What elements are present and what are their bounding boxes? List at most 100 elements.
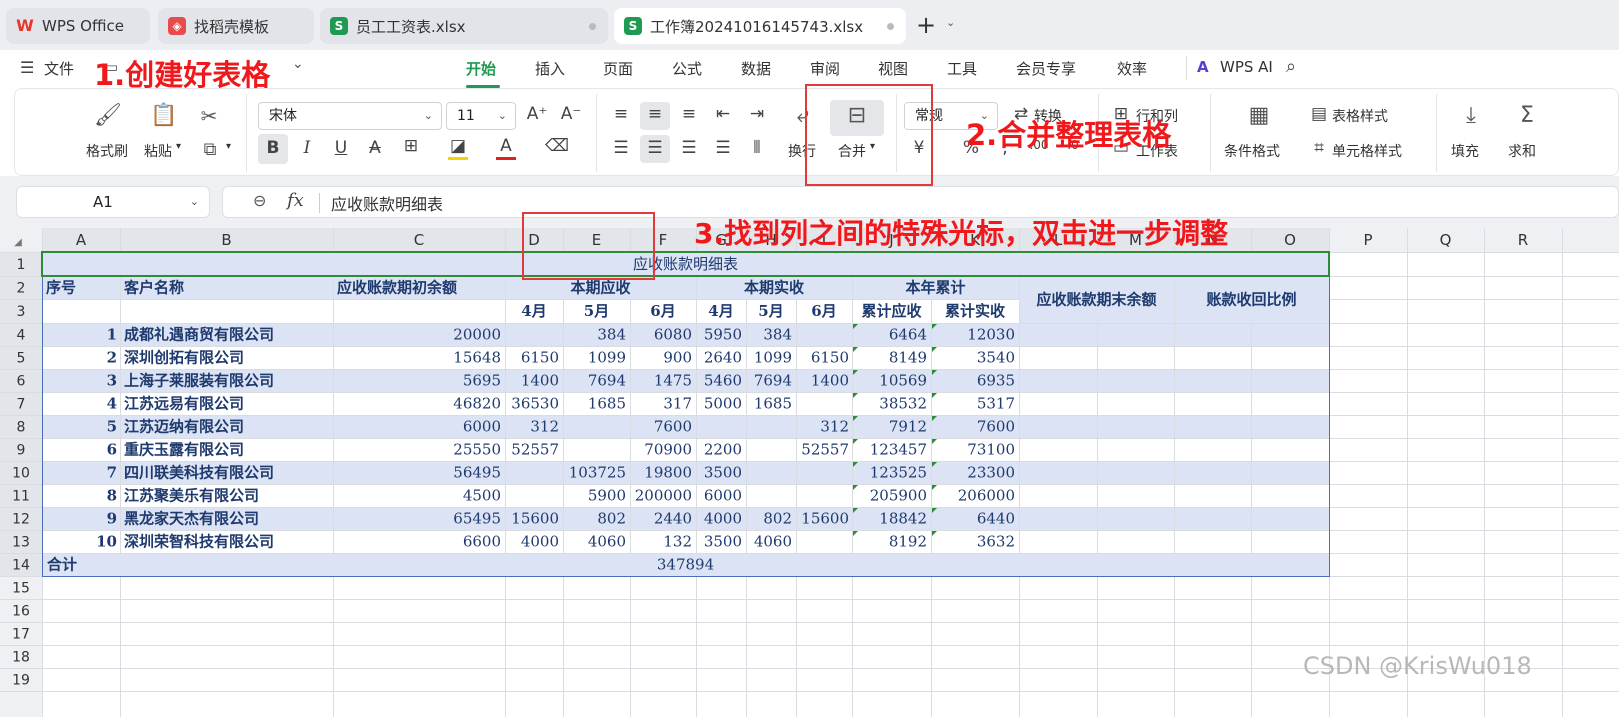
row-header-13[interactable]: 13 <box>12 535 30 551</box>
column-header-P[interactable]: P <box>1363 231 1372 249</box>
font-color-icon[interactable]: A <box>496 136 516 160</box>
function-icon[interactable]: fx <box>287 190 304 211</box>
cell-value: 317 <box>663 395 692 413</box>
underline-icon[interactable]: U <box>328 138 354 158</box>
menu-wps-ai[interactable]: WPS AI <box>1220 58 1273 76</box>
cell-value: 1099 <box>588 349 626 367</box>
border-icon[interactable]: ⊞ <box>398 136 424 156</box>
column-header-B[interactable]: B <box>221 231 231 249</box>
column-header-R[interactable]: R <box>1518 231 1528 249</box>
italic-icon[interactable]: I <box>294 138 320 158</box>
cell-value: 1685 <box>754 395 792 413</box>
menu-member[interactable]: 会员专享 <box>1016 58 1076 79</box>
column-header-Q[interactable]: Q <box>1440 231 1452 249</box>
cell-value: 15600 <box>511 510 559 528</box>
table-style-button[interactable]: 表格样式 <box>1332 106 1388 126</box>
row-header-8[interactable]: 8 <box>17 420 26 436</box>
hamburger-icon[interactable]: ☰ <box>20 58 34 77</box>
fill-color-icon[interactable]: ◪ <box>448 136 468 160</box>
menu-data[interactable]: 数据 <box>741 58 771 79</box>
tab-active-workbook[interactable]: S 工作簿20241016145743.xlsx <box>614 8 906 44</box>
zoom-icon[interactable]: ⊖ <box>253 191 266 210</box>
row-header-16[interactable]: 16 <box>12 604 30 620</box>
row-seq: 7 <box>107 464 117 482</box>
align-center-icon[interactable]: ☰ <box>642 138 668 158</box>
menu-view[interactable]: 视图 <box>878 58 908 79</box>
total-value: 347894 <box>657 556 714 574</box>
increase-font-icon[interactable]: A⁺ <box>524 104 550 124</box>
row-header-4[interactable]: 4 <box>17 328 26 344</box>
cell-value: 103725 <box>569 464 626 482</box>
sum-button[interactable]: 求和 <box>1508 141 1536 161</box>
tab-docer[interactable]: ◈ 找稻壳模板 <box>158 8 314 44</box>
align-middle-icon[interactable]: ≡ <box>642 104 668 124</box>
row-header-15[interactable]: 15 <box>12 581 30 597</box>
menu-formula[interactable]: 公式 <box>672 58 702 79</box>
column-header-C[interactable]: C <box>414 231 424 249</box>
row-header-12[interactable]: 12 <box>12 512 30 528</box>
fill-button[interactable]: 填充 <box>1451 141 1479 161</box>
tab-salary-workbook[interactable]: S 员工工资表.xlsx <box>320 8 608 44</box>
spreadsheet-grid[interactable]: A B C D E F G H I J K L M N O P Q R 1 2 3 4 5 6 7 8 9 10 11 12 13 14 15 1… <box>0 228 1619 717</box>
chevron-down-icon[interactable]: ⌄ <box>292 56 304 72</box>
search-icon[interactable]: ⌕ <box>1286 56 1296 77</box>
conditional-format-button[interactable]: 条件格式 <box>1224 141 1280 161</box>
row-header-6[interactable]: 6 <box>17 374 26 390</box>
grid-canvas[interactable]: A B C D E F G H I J K L M N O P Q R1234567891011121314151… <box>0 228 1619 717</box>
menu-tools[interactable]: 工具 <box>947 58 977 79</box>
font-name-select[interactable]: 宋体 ⌄ <box>258 102 442 130</box>
menu-home[interactable]: 开始 <box>466 58 496 79</box>
align-right-icon[interactable]: ☰ <box>676 138 702 158</box>
menu-efficiency[interactable]: 效率 <box>1117 58 1147 79</box>
header-ratio: 账款收回比例 <box>1206 291 1296 309</box>
menu-file[interactable]: 文件 <box>44 58 74 79</box>
menu-review[interactable]: 审阅 <box>810 58 840 79</box>
select-all-icon[interactable]: ◢ <box>14 237 22 248</box>
cell-value: 2200 <box>704 441 742 459</box>
align-top-icon[interactable]: ≡ <box>608 104 634 124</box>
menu-page[interactable]: 页面 <box>603 58 633 79</box>
strikethrough-icon[interactable]: A <box>362 138 388 158</box>
column-header-A[interactable]: A <box>76 231 87 249</box>
indent-decrease-icon[interactable]: ⇤ <box>710 104 736 124</box>
clear-format-icon[interactable]: ⌫ <box>544 136 570 156</box>
row-header-9[interactable]: 9 <box>17 443 26 459</box>
font-size-select[interactable]: 11 ⌄ <box>446 102 516 130</box>
bold-icon[interactable]: B <box>260 138 286 158</box>
row-header-1[interactable]: 1 <box>17 257 26 273</box>
paste-button[interactable]: 粘贴 <box>144 141 172 161</box>
row-header-11[interactable]: 11 <box>12 489 30 505</box>
distribute-icon[interactable]: ⫴ <box>744 138 770 158</box>
decrease-font-icon[interactable]: A⁻ <box>558 104 584 124</box>
chevron-down-icon[interactable]: ⌄ <box>946 16 955 29</box>
column-header-O[interactable]: O <box>1284 231 1296 249</box>
chevron-down-icon[interactable]: ▾ <box>226 141 231 152</box>
new-tab-button[interactable]: + <box>916 12 936 38</box>
row-header-17[interactable]: 17 <box>12 627 30 643</box>
cell-value: 19800 <box>644 464 692 482</box>
header-month: 5月 <box>584 302 609 320</box>
tab-wps-office[interactable]: W WPS Office <box>6 8 150 44</box>
row-header-2[interactable]: 2 <box>17 281 26 297</box>
row-header-3[interactable]: 3 <box>17 304 26 320</box>
row-header-14[interactable]: 14 <box>12 558 30 574</box>
row-header-5[interactable]: 5 <box>17 351 26 367</box>
align-left-icon[interactable]: ☰ <box>608 138 634 158</box>
column-header-F[interactable]: F <box>659 231 668 249</box>
row-header-10[interactable]: 10 <box>12 466 30 482</box>
row-header-18[interactable]: 18 <box>12 650 30 666</box>
cell-value: 5000 <box>704 395 742 413</box>
format-painter-button[interactable]: 格式刷 <box>86 141 128 161</box>
indent-increase-icon[interactable]: ⇥ <box>744 104 770 124</box>
cut-icon[interactable]: ✂ <box>196 104 222 128</box>
row-header-19[interactable]: 19 <box>12 673 30 689</box>
name-box[interactable]: A1 ⌄ <box>16 186 210 218</box>
menu-insert[interactable]: 插入 <box>535 58 565 79</box>
row-header-7[interactable]: 7 <box>17 397 26 413</box>
chevron-down-icon[interactable]: ▾ <box>176 141 181 152</box>
justify-icon[interactable]: ☰ <box>710 138 736 158</box>
copy-icon[interactable]: ⧉ <box>198 138 222 162</box>
align-bottom-icon[interactable]: ≡ <box>676 104 702 124</box>
font-name-value: 宋体 <box>269 108 297 124</box>
cell-style-button[interactable]: 单元格样式 <box>1332 141 1402 161</box>
